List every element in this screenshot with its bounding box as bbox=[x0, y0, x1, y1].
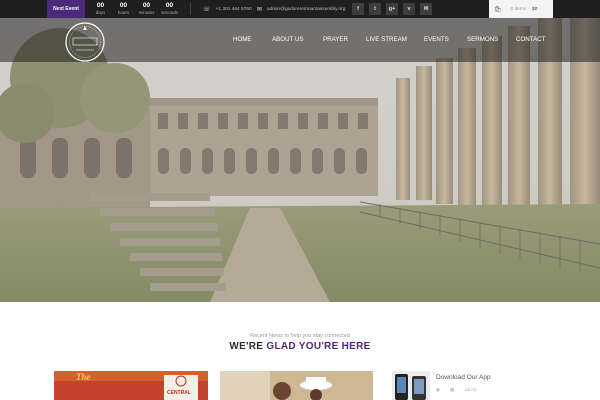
app-card-image[interactable] bbox=[392, 371, 430, 400]
church-logo[interactable] bbox=[58, 20, 112, 62]
countdown-label: minutes bbox=[138, 10, 155, 15]
countdown-minutes: 00 minutes bbox=[135, 2, 158, 16]
google-plus-icon[interactable]: g+ bbox=[386, 3, 398, 15]
twitter-icon[interactable]: t bbox=[369, 3, 381, 15]
calendar-icon: ▦ bbox=[449, 387, 455, 392]
nav-sermons[interactable]: SERMONS bbox=[467, 36, 498, 43]
section-headline: WE'RE GLAD YOU'RE HERE bbox=[0, 341, 600, 352]
countdown-label: days bbox=[95, 10, 106, 15]
news-card-2-image bbox=[220, 371, 373, 400]
app-card-title[interactable]: Download Our App bbox=[436, 374, 491, 381]
facebook-icon[interactable]: f bbox=[352, 3, 364, 15]
countdown-days: 00 days bbox=[89, 2, 112, 16]
nav-events[interactable]: EVENTS bbox=[424, 36, 449, 43]
headline-dark: WE'RE bbox=[229, 341, 264, 352]
nav-contact[interactable]: CONTACT bbox=[516, 36, 545, 43]
countdown-label: seconds bbox=[161, 10, 178, 15]
top-bar: Next Event 00 days 00 hours 00 minutes 0… bbox=[0, 0, 600, 18]
nav-about-us[interactable]: ABOUT US bbox=[272, 36, 304, 43]
contact-phone[interactable]: ☏ +1 301 464 5760 bbox=[203, 0, 252, 18]
news-card-1-title: The bbox=[76, 372, 91, 382]
countdown-value: 00 bbox=[142, 2, 151, 9]
mail-icon[interactable]: ✉ bbox=[420, 3, 432, 15]
divider bbox=[190, 3, 191, 15]
next-event-label[interactable]: Next Event bbox=[47, 0, 85, 18]
app-card-meta: ◉ ▦ Jul 01 bbox=[436, 387, 476, 393]
cart-price: $0 bbox=[532, 6, 538, 12]
countdown-seconds: 00 seconds bbox=[158, 2, 181, 16]
cart-button[interactable]: 🛍 0 items - $0 bbox=[489, 0, 553, 18]
cart-items: 0 items - bbox=[510, 6, 530, 12]
countdown-hours: 00 hours bbox=[112, 2, 135, 16]
nav-home[interactable]: HOME bbox=[233, 36, 252, 43]
countdown-label: hours bbox=[117, 10, 130, 15]
section-subtitle: Recent News to help you stay connected bbox=[250, 333, 350, 339]
news-card-1-badge: CENTRAL bbox=[167, 390, 191, 396]
nav-live-stream[interactable]: LIVE STREAM bbox=[366, 36, 407, 43]
phones-image bbox=[392, 371, 430, 400]
app-card-date: Jul 01 bbox=[464, 387, 477, 392]
countdown-value: 00 bbox=[96, 2, 105, 9]
envelope-icon: ✉ bbox=[257, 6, 263, 13]
event-countdown: 00 days 00 hours 00 minutes 00 seconds bbox=[89, 2, 181, 16]
page: Next Event 00 days 00 hours 00 minutes 0… bbox=[0, 0, 600, 400]
tag-icon: ◉ bbox=[436, 387, 440, 392]
news-card-1[interactable]: The CENTRAL bbox=[54, 371, 208, 400]
headline-accent: GLAD YOU'RE HERE bbox=[266, 341, 371, 352]
nav-prayer[interactable]: PRAYER bbox=[323, 36, 348, 43]
email-address: admin@godsreremnantassembly.org bbox=[267, 6, 346, 12]
phone-number: +1 301 464 5760 bbox=[215, 6, 252, 12]
countdown-value: 00 bbox=[165, 2, 174, 9]
social-links: f t g+ v ✉ bbox=[352, 3, 437, 15]
countdown-value: 00 bbox=[119, 2, 128, 9]
contact-email[interactable]: ✉ admin@godsreremnantassembly.org bbox=[257, 0, 345, 18]
phone-icon: ☏ bbox=[203, 6, 211, 13]
shopping-bag-icon: 🛍 bbox=[494, 6, 502, 13]
hero-banner: HOME ABOUT US PRAYER LIVE STREAM EVENTS … bbox=[0, 18, 600, 302]
vimeo-icon[interactable]: v bbox=[403, 3, 415, 15]
news-card-2[interactable] bbox=[220, 371, 373, 400]
